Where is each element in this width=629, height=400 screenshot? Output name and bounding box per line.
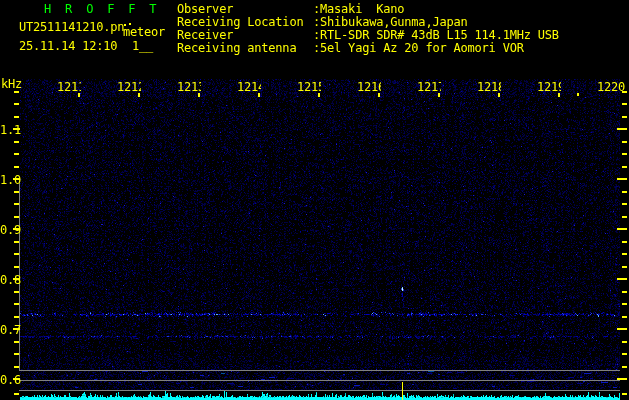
freq-tick-minor-right <box>622 103 627 105</box>
filename: UT2511141210.pn <box>19 21 124 34</box>
freq-tick-minor-left <box>14 366 19 368</box>
freq-tick-major-left <box>13 278 20 280</box>
freq-tick-minor-right <box>622 166 627 168</box>
app-title: H R O F F T <box>44 3 156 16</box>
time-cursor <box>402 382 403 400</box>
freq-tick-minor-left <box>14 303 19 305</box>
freq-tick-minor-left <box>14 203 19 205</box>
minute-tick <box>198 93 200 97</box>
freq-tick-major-right <box>617 328 627 330</box>
freq-tick-major-left <box>13 328 20 330</box>
grid-hline-upper <box>19 370 620 371</box>
minute-tick <box>318 93 320 97</box>
filename-overlay: meteor <box>123 26 165 39</box>
grid-hline-lower <box>19 390 620 391</box>
minute-tick <box>78 93 80 97</box>
filename-artifact <box>129 23 131 25</box>
freq-tick-minor-left <box>14 341 19 343</box>
minute-tick <box>498 93 500 97</box>
hrofft-window: H R O F F T UT2511141210.pn meteor 25.11… <box>0 0 629 400</box>
freq-tick-major-right <box>617 228 627 230</box>
freq-tick-major-left <box>13 378 20 380</box>
freq-tick-minor-right <box>622 216 627 218</box>
freq-tick-minor-right <box>622 116 627 118</box>
freq-tick-minor-left <box>14 241 19 243</box>
freq-tick-minor-left <box>14 353 19 355</box>
freq-tick-minor-left <box>14 166 19 168</box>
freq-axis-label: 1.0 <box>0 174 21 187</box>
freq-tick-minor-left <box>14 103 19 105</box>
minute-tick <box>438 93 440 97</box>
freq-tick-minor-left <box>14 153 19 155</box>
minute-tick <box>558 93 560 97</box>
freq-tick-minor-right <box>622 241 627 243</box>
info-label-antenna: Receiving antenna <box>177 42 296 55</box>
freq-tick-minor-left <box>14 393 19 395</box>
freq-tick-major-right <box>617 278 627 280</box>
freq-tick-minor-left <box>14 91 19 93</box>
minute-tick <box>258 93 260 97</box>
freq-tick-minor-left <box>14 116 19 118</box>
freq-tick-minor-right <box>622 291 627 293</box>
freq-axis-label: 0.6 <box>0 374 21 387</box>
freq-tick-major-right <box>617 178 627 180</box>
freq-tick-major-left <box>13 178 20 180</box>
freq-axis-label: 0.8 <box>0 274 21 287</box>
freq-tick-minor-right <box>622 141 627 143</box>
freq-tick-minor-right <box>622 393 627 395</box>
freq-tick-minor-right <box>622 91 627 93</box>
spectrogram-canvas <box>0 0 629 400</box>
freq-tick-minor-right <box>622 316 627 318</box>
freq-tick-minor-right <box>622 303 627 305</box>
datetime: 25.11.14 12:10 <box>19 40 117 53</box>
freq-tick-major-right <box>617 128 627 130</box>
minute-tick <box>378 93 380 97</box>
freq-tick-major-right <box>617 378 627 380</box>
freq-tick-minor-right <box>622 366 627 368</box>
freq-tick-minor-left <box>14 253 19 255</box>
grid-hline-middle <box>19 380 620 381</box>
freq-tick-minor-right <box>622 253 627 255</box>
freq-tick-minor-left <box>14 266 19 268</box>
freq-tick-minor-right <box>622 266 627 268</box>
freq-tick-minor-left <box>14 291 19 293</box>
freq-axis-label: 1.1 <box>0 124 21 137</box>
freq-tick-minor-left <box>14 316 19 318</box>
counter: 1__ <box>132 40 153 53</box>
freq-axis-unit: kHz <box>1 78 22 91</box>
freq-tick-major-left <box>13 228 20 230</box>
freq-tick-minor-right <box>622 341 627 343</box>
info-value-antenna: :5el Yagi Az 20 for Aomori VOR <box>313 42 524 55</box>
filename-artifact <box>124 24 126 26</box>
minute-tick <box>577 93 579 96</box>
freq-axis-label: 0.9 <box>0 224 21 237</box>
minute-tick <box>138 93 140 97</box>
freq-axis-label: 0.7 <box>0 324 21 337</box>
freq-tick-major-left <box>13 128 20 130</box>
freq-tick-minor-right <box>622 153 627 155</box>
freq-tick-minor-left <box>14 141 19 143</box>
freq-tick-minor-right <box>622 191 627 193</box>
freq-tick-minor-right <box>622 203 627 205</box>
freq-tick-minor-left <box>14 191 19 193</box>
freq-tick-minor-right <box>622 353 627 355</box>
freq-tick-minor-left <box>14 216 19 218</box>
